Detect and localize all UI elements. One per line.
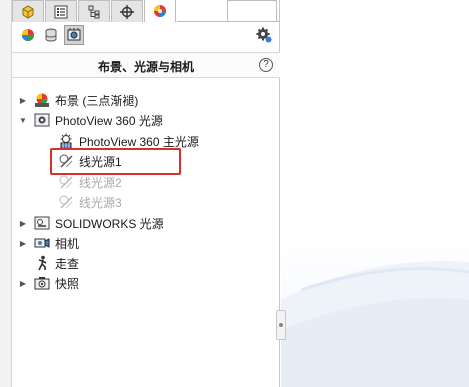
- help-button[interactable]: ?: [259, 58, 273, 72]
- line-light-disabled-icon: [58, 194, 74, 210]
- tab-configurationmanager[interactable]: [78, 0, 110, 22]
- configurationmanager-icon: [88, 5, 100, 18]
- display-settings-button[interactable]: [256, 27, 272, 46]
- tree-item-line-light-3-label: 线光源3: [79, 195, 122, 210]
- tree-item-walkthrough[interactable]: 走查: [34, 253, 79, 273]
- dimxpert-icon: [120, 4, 134, 19]
- tree-item-scene-label: 布景 (三点渐褪): [55, 93, 139, 108]
- camera-icon: [34, 235, 50, 251]
- expand-arrow-icon[interactable]: ▶: [18, 95, 28, 105]
- tree-item-snapshot-label: 快照: [55, 276, 80, 291]
- main-light-icon: [58, 133, 74, 149]
- display-manager-icon: [154, 5, 166, 17]
- tree-item-camera[interactable]: ▶ 相机: [18, 233, 79, 253]
- featuremanager-icon: [22, 4, 34, 19]
- tree-item-solidworks-lights[interactable]: ▶ SOLIDWORKS 光源: [18, 213, 164, 233]
- tree-item-photoview-lights[interactable]: ▼ PhotoView 360 光源: [18, 110, 163, 130]
- tab-featuremanager[interactable]: [12, 0, 44, 22]
- tree-item-solidworks-lights-label: SOLIDWORKS 光源: [55, 216, 164, 231]
- expand-arrow-icon[interactable]: ▶: [18, 218, 28, 228]
- tree-item-walkthrough-label: 走查: [55, 256, 80, 271]
- appearances-icon: [22, 29, 34, 41]
- tab-dimxpertmanager[interactable]: [111, 0, 143, 22]
- solidworks-lights-icon: [34, 215, 50, 231]
- expand-arrow-icon[interactable]: ▶: [18, 238, 28, 248]
- walkthrough-icon: [34, 255, 50, 271]
- propertymanager-icon: [54, 5, 68, 18]
- tree-item-line-light-3[interactable]: 线光源3: [58, 192, 122, 212]
- tree-item-snapshot[interactable]: ▶ 快照: [18, 273, 79, 293]
- gear-icon: [256, 27, 272, 43]
- graphics-area[interactable]: [281, 0, 469, 387]
- scene-icon: [34, 92, 50, 108]
- top-input-box[interactable]: [227, 0, 277, 22]
- display-manager-panel: 布景、光源与相机 ? ▶ 布景 (三点渐褪) ▼ PhotoView 360 光…: [12, 0, 280, 387]
- decals-icon: [45, 28, 57, 42]
- panel-title-bar: 布景、光源与相机 ?: [12, 52, 280, 78]
- tab-propertymanager[interactable]: [45, 0, 77, 22]
- scene-lights-cameras-icon: [67, 28, 81, 41]
- collapse-arrow-icon[interactable]: ▼: [18, 115, 28, 125]
- tree-item-photoview-label: PhotoView 360 光源: [55, 113, 163, 128]
- tree-item-camera-label: 相机: [55, 236, 80, 251]
- view-decals-button[interactable]: [41, 25, 61, 45]
- expand-arrow-icon[interactable]: ▶: [18, 278, 28, 288]
- tree-item-line-light-2[interactable]: 线光源2: [58, 172, 122, 192]
- tree-item-pv-main-light-label: PhotoView 360 主光源: [79, 134, 199, 149]
- panel-collapse-handle[interactable]: [276, 310, 286, 340]
- panel-title: 布景、光源与相机: [97, 60, 194, 74]
- background-swoosh: [281, 261, 469, 387]
- line-light-disabled-icon: [58, 174, 74, 190]
- photoview-lights-icon: [34, 112, 50, 128]
- tab-displaymanager[interactable]: [144, 0, 176, 22]
- snapshot-icon: [34, 275, 50, 291]
- tree-item-line-light-2-label: 线光源2: [79, 175, 122, 190]
- highlight-box: [50, 148, 181, 175]
- display-manager-toolbar: [12, 24, 280, 46]
- view-scene-lights-cameras-button[interactable]: [64, 25, 84, 45]
- view-appearances-button[interactable]: [18, 25, 38, 45]
- left-edge-strip: [0, 0, 12, 387]
- tree-item-scene[interactable]: ▶ 布景 (三点渐褪): [18, 90, 138, 110]
